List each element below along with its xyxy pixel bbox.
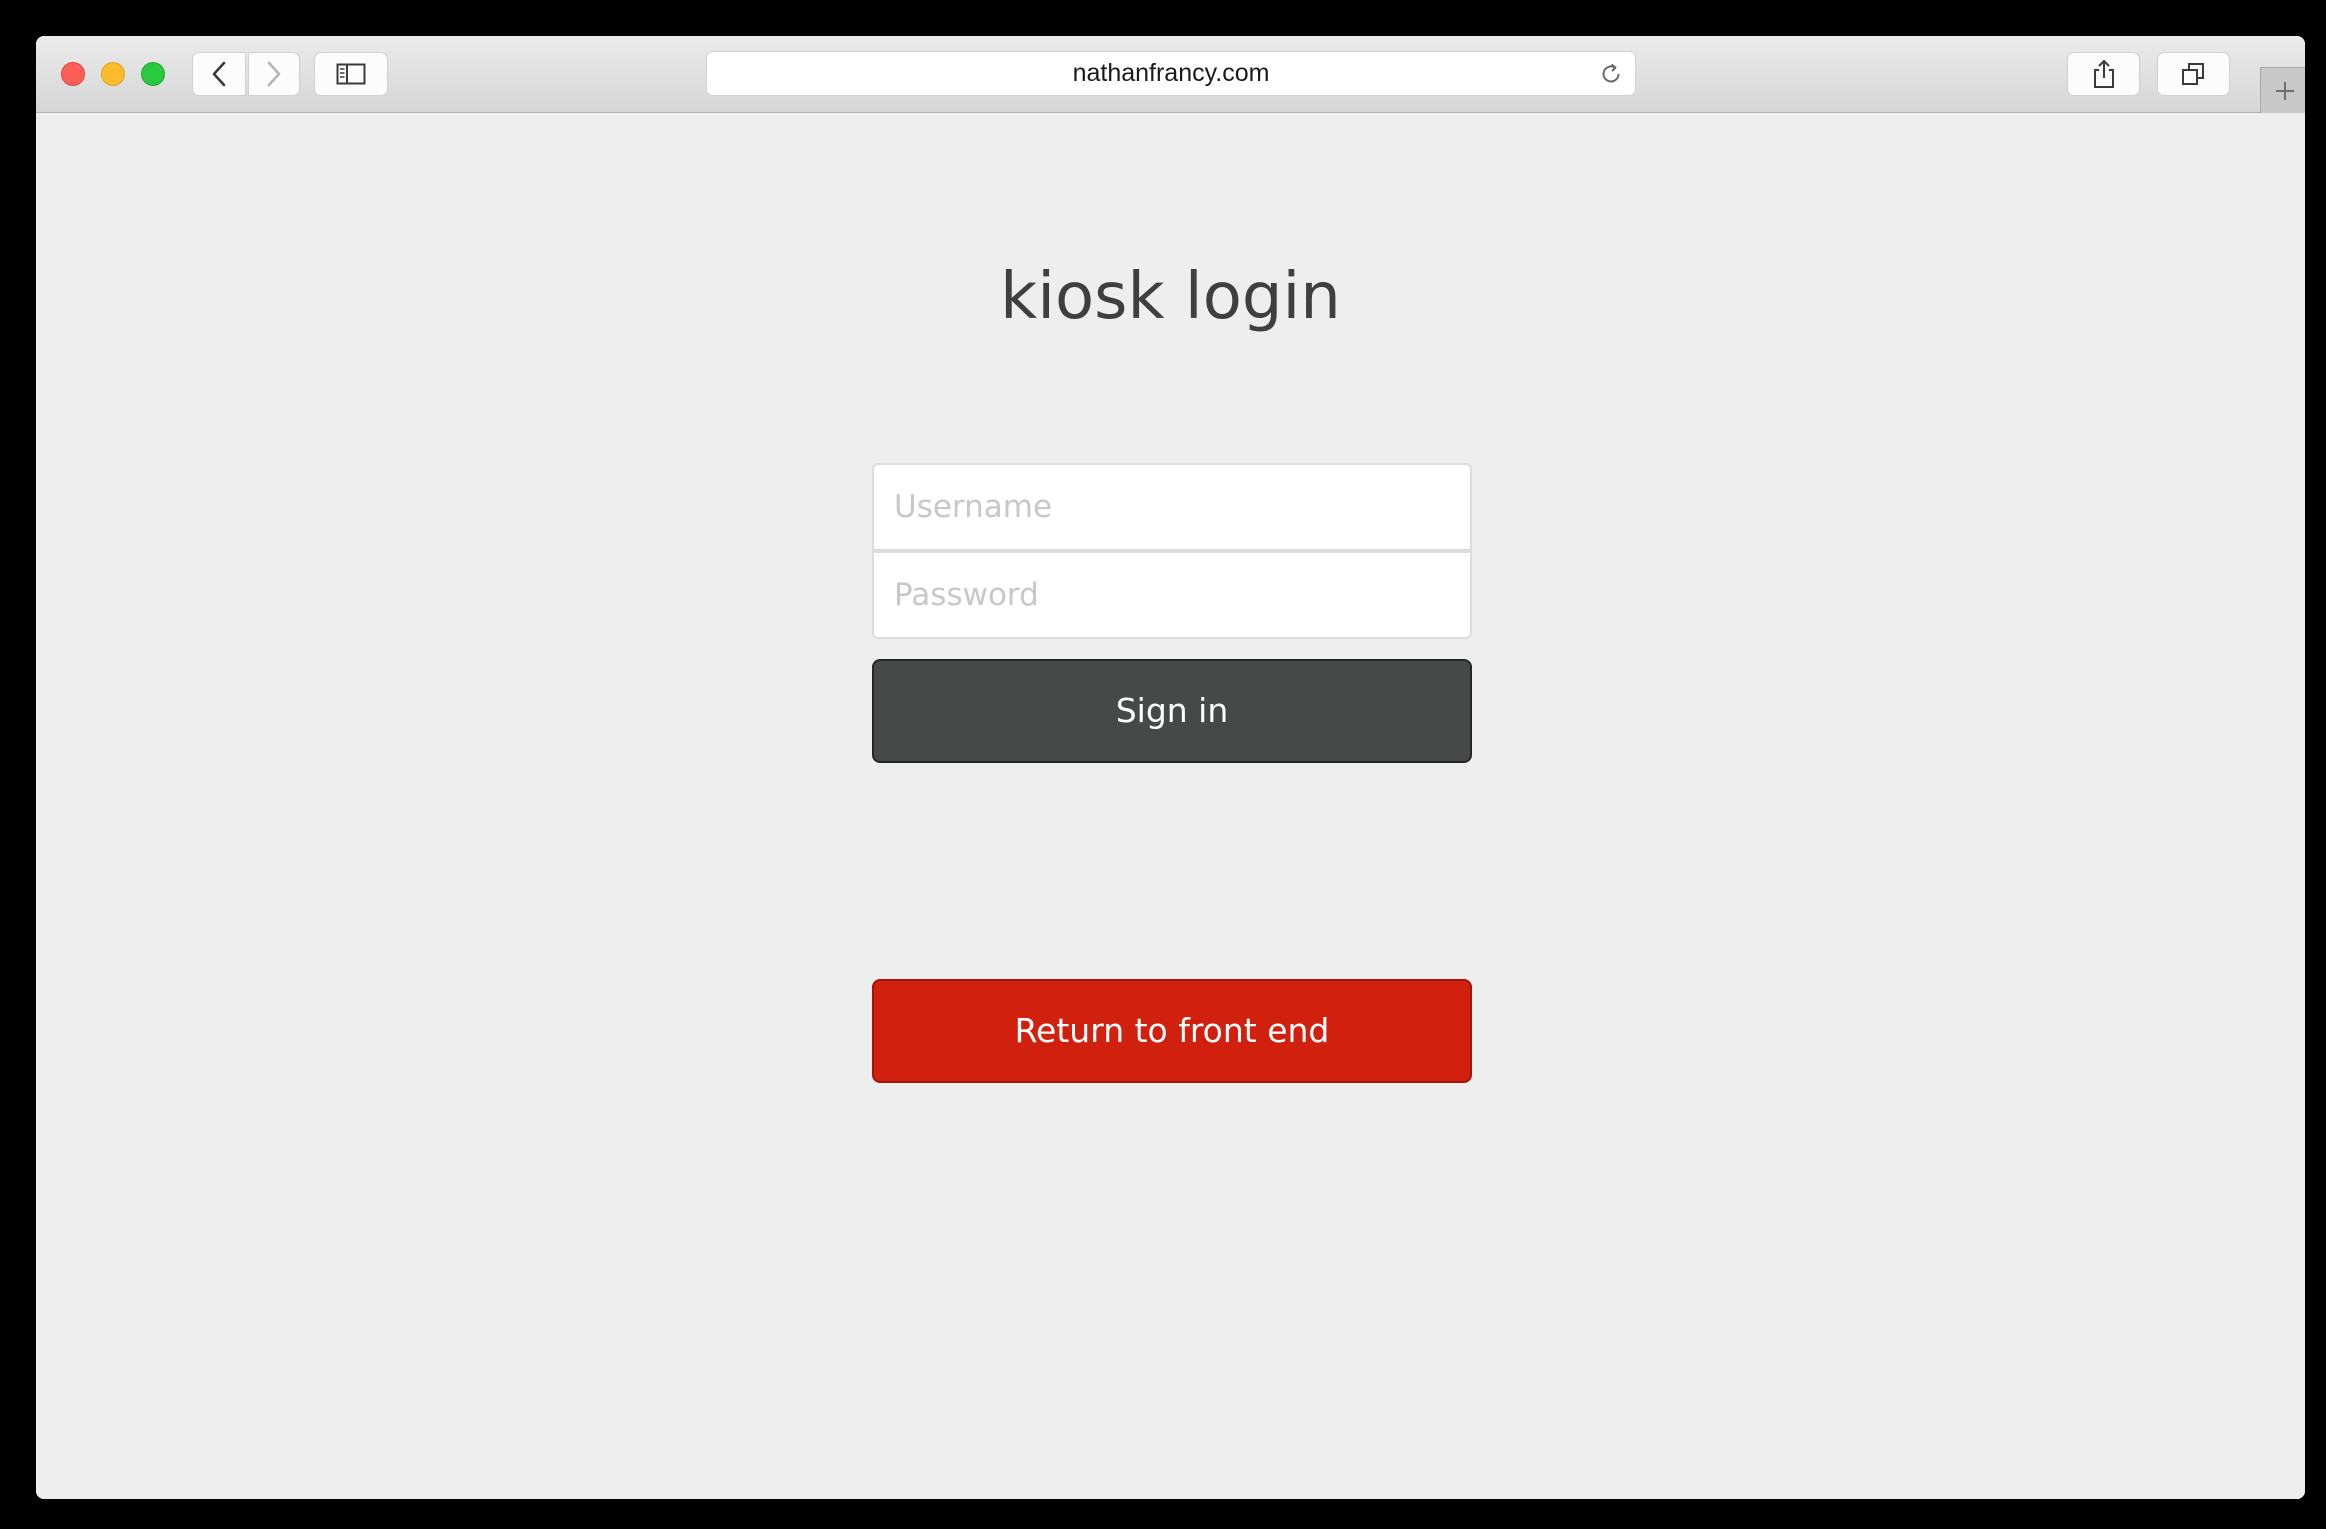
sidebar-toggle-button[interactable] (314, 52, 388, 96)
chevron-right-icon (267, 61, 281, 87)
reload-icon[interactable] (1599, 62, 1623, 86)
browser-window: nathanfrancy.com kiosk login Username Si… (36, 36, 2305, 1499)
chevron-left-icon (212, 61, 226, 87)
page-content: kiosk login Sign in Return to front end (36, 113, 2305, 1499)
share-icon (2093, 59, 2114, 88)
zoom-window-button[interactable] (141, 62, 165, 86)
sidebar-icon (336, 63, 366, 85)
page-title: kiosk login (1000, 260, 1341, 334)
password-input[interactable] (872, 551, 1472, 639)
minimize-window-button[interactable] (101, 62, 125, 86)
username-input[interactable] (872, 463, 1472, 551)
browser-toolbar: nathanfrancy.com (36, 36, 2305, 113)
share-button[interactable] (2067, 52, 2140, 96)
plus-icon (2275, 81, 2294, 100)
close-window-button[interactable] (61, 62, 85, 86)
sign-in-button[interactable]: Sign in (872, 659, 1472, 763)
show-tabs-button[interactable] (2157, 52, 2230, 96)
new-tab-button[interactable] (2260, 67, 2305, 113)
url-text: nathanfrancy.com (1072, 59, 1270, 87)
back-button[interactable] (192, 52, 246, 96)
login-form (872, 463, 1472, 639)
return-to-front-end-button[interactable]: Return to front end (872, 979, 1472, 1083)
tabs-icon (2181, 63, 2204, 85)
address-bar[interactable]: nathanfrancy.com (706, 51, 1636, 96)
forward-button[interactable] (248, 52, 300, 96)
